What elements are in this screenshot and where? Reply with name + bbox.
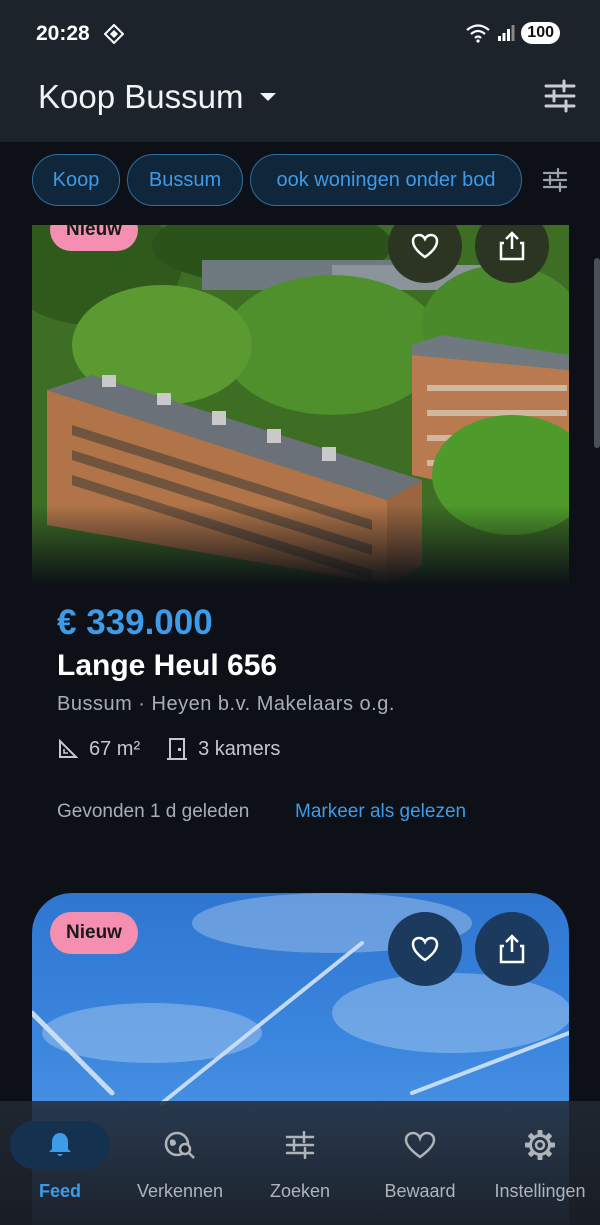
nav-label: Instellingen	[494, 1181, 586, 1201]
battery-indicator: 100	[521, 22, 560, 44]
area-icon	[59, 738, 79, 758]
nav-explore[interactable]: Verkennen	[120, 1101, 240, 1225]
scrollbar[interactable]	[594, 258, 600, 448]
nav-label: Zoeken	[269, 1181, 331, 1201]
status-time: 20:28	[36, 22, 90, 45]
chip-location[interactable]: Bussum	[127, 154, 243, 206]
photo-fade	[32, 505, 569, 585]
rooms-value: 3 kamers	[198, 737, 281, 760]
share-icon	[499, 231, 525, 261]
app-bar: Koop Bussum	[0, 68, 600, 142]
listing-price: € 339.000	[57, 603, 213, 642]
chip-under-offer[interactable]: ook woningen onder bod	[250, 154, 522, 206]
listing-address: Lange Heul 656	[57, 649, 278, 682]
gear-icon	[525, 1130, 555, 1160]
listing-meta: Bussum · Heyen b.v. Makelaars o.g.	[57, 693, 395, 715]
nav-feed[interactable]: Feed	[0, 1101, 120, 1225]
nav-settings-icon-wrap	[490, 1121, 590, 1169]
heart-icon	[411, 233, 439, 259]
search-selector[interactable]: Koop Bussum	[38, 78, 277, 116]
listing-photo[interactable]: Nieuw	[32, 225, 569, 585]
nav-label: Feed	[38, 1181, 81, 1201]
door-icon	[167, 738, 188, 760]
listing-specs: 67 m² 3 kamers	[57, 737, 298, 761]
rooms-spec: 3 kamers	[166, 737, 280, 761]
edit-filters-icon[interactable]	[542, 168, 568, 192]
found-time: Gevonden 1 d geleden	[57, 801, 250, 822]
heart-icon	[411, 936, 439, 962]
area-spec: 67 m²	[57, 738, 140, 761]
sliders-icon	[285, 1131, 315, 1159]
new-badge: Nieuw	[50, 225, 138, 251]
explore-icon	[164, 1131, 195, 1159]
nav-search-icon-wrap	[250, 1121, 350, 1169]
signal-icon	[498, 25, 515, 41]
bottom-navigation: Feed Verkennen Zoeken Bewaard Instelling…	[0, 1101, 600, 1225]
area-value: 67 m²	[89, 737, 141, 760]
heart-icon	[404, 1131, 436, 1159]
nav-feed-indicator	[10, 1121, 110, 1169]
favorite-button[interactable]	[388, 912, 462, 986]
app-notification-icon	[104, 24, 124, 44]
nav-label: Verkennen	[136, 1181, 224, 1201]
filter-settings-icon[interactable]	[542, 78, 578, 114]
nav-saved[interactable]: Bewaard	[360, 1101, 480, 1225]
page-title: Koop Bussum	[38, 78, 244, 115]
dropdown-arrow-icon	[260, 93, 277, 101]
status-icons: 100	[465, 22, 560, 44]
nav-settings[interactable]: Instellingen	[480, 1101, 600, 1225]
share-button[interactable]	[475, 912, 549, 986]
new-badge: Nieuw	[50, 912, 138, 954]
nav-saved-icon-wrap	[370, 1121, 470, 1169]
nav-explore-icon-wrap	[130, 1121, 230, 1169]
chip-type[interactable]: Koop	[32, 154, 120, 206]
mark-as-read-link[interactable]: Markeer als gelezen	[295, 801, 466, 823]
bell-icon	[49, 1133, 71, 1156]
status-bar: 20:28 100	[0, 0, 600, 68]
listing-card[interactable]: Nieuw € 339.000 Lange Heul 656 Bussum · …	[32, 225, 569, 865]
nav-search[interactable]: Zoeken	[240, 1101, 360, 1225]
filter-chips: Koop Bussum ook woningen onder bod	[0, 142, 600, 226]
wifi-icon	[466, 24, 490, 43]
share-icon	[499, 934, 525, 964]
nav-label: Bewaard	[384, 1181, 456, 1201]
